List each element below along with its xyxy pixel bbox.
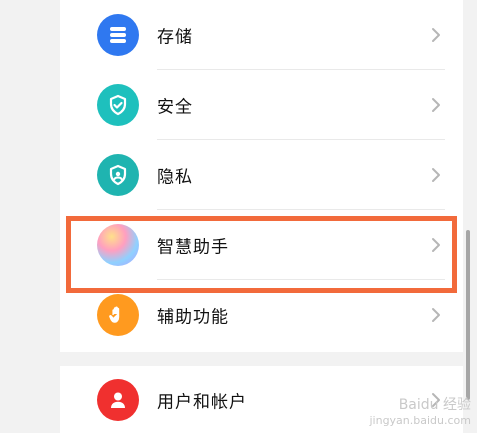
scrollbar[interactable] <box>466 230 470 400</box>
storage-icon <box>97 14 139 56</box>
chevron-right-icon <box>432 28 440 42</box>
watermark-line2: jingyan.baidu.com <box>369 414 471 427</box>
chevron-right-icon <box>432 168 440 182</box>
user-icon <box>97 378 139 421</box>
settings-item-label: 隐私 <box>157 167 193 188</box>
settings-item-label: 用户和帐户 <box>157 392 247 412</box>
settings-item-label: 安全 <box>157 97 193 118</box>
settings-item-storage[interactable]: 存储 <box>60 0 463 70</box>
chevron-right-icon <box>432 308 440 322</box>
settings-item-privacy[interactable]: 隐私 <box>60 140 463 210</box>
shield-check-icon <box>97 84 139 126</box>
hand-icon <box>97 294 139 336</box>
watermark-line1: Baidu 经验 <box>398 397 471 413</box>
privacy-shield-icon <box>97 154 139 196</box>
settings-item-label: 辅助功能 <box>157 307 229 328</box>
chevron-right-icon <box>432 98 440 112</box>
watermark: Baidu 经验 jingyan.baidu.com <box>369 394 471 427</box>
settings-item-security[interactable]: 安全 <box>60 70 463 140</box>
settings-list: 存储 安全 隐私 智慧助手 辅助功能 <box>60 0 463 352</box>
selection-highlight-box <box>66 216 457 293</box>
settings-item-label: 存储 <box>157 27 193 48</box>
